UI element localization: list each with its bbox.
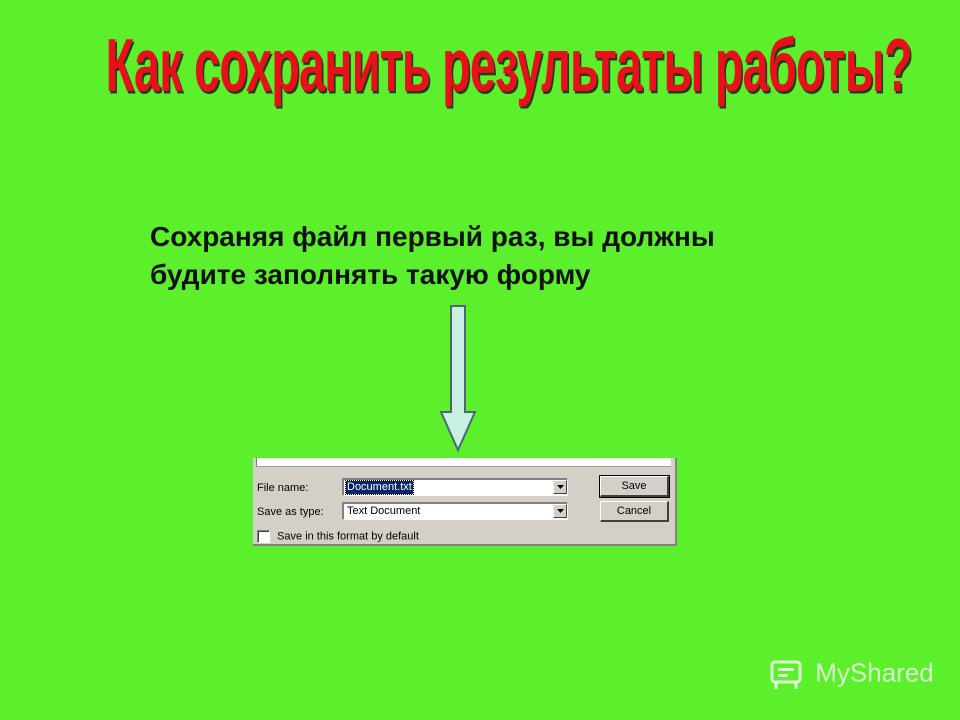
dropdown-arrow-icon: [557, 509, 564, 513]
default-format-checkbox-label[interactable]: Save in this format by default: [277, 531, 419, 543]
save-as-dialog: File name: Document.txt Save as type: Te…: [253, 458, 677, 546]
file-name-label: File name:: [257, 482, 309, 494]
slide-body-text: Сохраняя файл первый раз, вы должны буди…: [150, 218, 850, 294]
save-as-type-select[interactable]: Text Document: [342, 502, 568, 520]
down-arrow-icon: [438, 304, 478, 459]
save-as-type-value: Text Document: [347, 505, 421, 517]
file-list-area: [256, 458, 671, 467]
body-text-line-1: Сохраняя файл первый раз, вы должны: [150, 221, 715, 252]
myshared-logo-icon: [770, 660, 802, 690]
default-format-checkbox[interactable]: [257, 530, 270, 543]
save-as-type-dropdown-button[interactable]: [553, 504, 567, 518]
slide-title: Как сохранить результаты работы?: [105, 23, 913, 107]
default-format-option[interactable]: Save in this format by default: [257, 530, 419, 543]
dropdown-arrow-icon: [557, 485, 564, 489]
file-name-dropdown-button[interactable]: [553, 480, 567, 494]
file-name-value[interactable]: Document.txt: [345, 480, 414, 495]
save-as-type-label: Save as type:: [257, 506, 324, 518]
watermark-text: MyShared: [815, 657, 934, 688]
myshared-watermark: MyShared: [768, 656, 934, 690]
cancel-button[interactable]: Cancel: [600, 501, 669, 522]
save-button[interactable]: Save: [599, 475, 670, 498]
file-name-input[interactable]: Document.txt: [342, 478, 568, 496]
body-text-line-2: будите заполнять такую форму: [150, 259, 591, 290]
